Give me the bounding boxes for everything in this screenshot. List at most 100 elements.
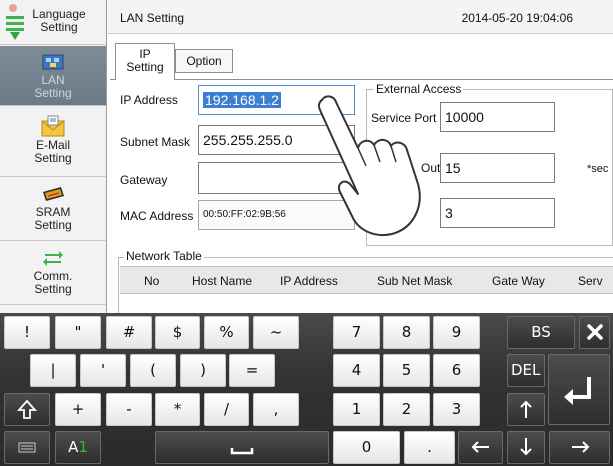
- key-apostrophe[interactable]: ': [80, 354, 126, 387]
- enter-button[interactable]: [548, 354, 610, 425]
- column-header: No: [144, 274, 160, 288]
- tab-option[interactable]: Option: [175, 49, 233, 73]
- sidebar-item-label: Setting: [34, 282, 72, 296]
- sidebar-item-comm[interactable]: Comm. Setting: [0, 242, 106, 305]
- key-4[interactable]: 4: [333, 354, 380, 387]
- arrow-left-button[interactable]: [458, 431, 503, 464]
- key-dot[interactable]: .: [404, 431, 455, 464]
- key-8[interactable]: 8: [383, 316, 430, 349]
- network-table-title: Network Table: [124, 249, 204, 263]
- column-header: Serv: [578, 274, 603, 288]
- ip-address-field[interactable]: 192.168.1.2: [198, 85, 355, 115]
- mac-address-value: 00:50:FF:02:9B:56: [203, 209, 286, 220]
- sidebar-item-sram[interactable]: SRAM Setting: [0, 178, 106, 241]
- service-port-field[interactable]: 10000: [440, 102, 555, 132]
- sidebar-item-language[interactable]: Language Setting: [0, 0, 106, 45]
- delete-button[interactable]: DEL: [507, 354, 545, 387]
- page-title: LAN Setting: [120, 11, 185, 25]
- retry-field[interactable]: 3: [440, 198, 555, 228]
- timeout-field[interactable]: 15: [440, 153, 555, 183]
- mac-address-label: MAC Address: [120, 209, 194, 223]
- ip-address-value: 192.168.1.2: [203, 92, 281, 108]
- tab-divider: [110, 79, 613, 80]
- key-hash[interactable]: #: [106, 316, 152, 349]
- close-icon: [586, 324, 603, 340]
- subnet-mask-label: Subnet Mask: [120, 135, 191, 149]
- language-icon: [6, 4, 24, 40]
- column-header: Gate Way: [492, 274, 545, 288]
- key-plus[interactable]: +: [55, 393, 101, 426]
- arrow-down-icon: [520, 438, 532, 456]
- arrow-right-icon: [571, 441, 589, 453]
- column-header: Sub Net Mask: [377, 274, 453, 288]
- column-header: IP Address: [280, 274, 338, 288]
- arrow-up-icon: [520, 400, 532, 418]
- key-left-paren[interactable]: (: [130, 354, 176, 387]
- key-exclamation[interactable]: !: [4, 316, 50, 349]
- sidebar-item-email[interactable]: E-Mail Setting: [0, 107, 106, 177]
- key-equals[interactable]: =: [229, 354, 275, 387]
- tab-label: Setting: [126, 60, 164, 74]
- timeout-value: 15: [445, 160, 461, 176]
- gateway-field[interactable]: [198, 162, 355, 194]
- tab-label: Option: [186, 54, 222, 68]
- email-icon: [41, 115, 65, 137]
- timeout-label: Out: [421, 161, 441, 175]
- arrow-right-button[interactable]: [549, 431, 610, 464]
- key-minus[interactable]: -: [106, 393, 152, 426]
- keyboard-icon: [18, 442, 36, 453]
- input-mode-button[interactable]: A1: [55, 431, 101, 464]
- space-button[interactable]: [155, 431, 329, 464]
- key-0[interactable]: 0: [333, 431, 400, 464]
- keyboard-layout-button[interactable]: [4, 431, 50, 464]
- backspace-button[interactable]: BS: [507, 316, 575, 349]
- key-2[interactable]: 2: [383, 393, 430, 426]
- shift-icon: [17, 399, 37, 419]
- service-port-label: Service Port: [371, 111, 437, 125]
- arrow-up-button[interactable]: [507, 393, 545, 426]
- lan-icon: [42, 54, 64, 70]
- sidebar-item-label: Setting: [34, 151, 72, 165]
- main-panel: IP Setting Option IP Address 192.168.1.2…: [108, 35, 613, 313]
- key-tilde[interactable]: ~: [253, 316, 299, 349]
- key-comma[interactable]: ,: [253, 393, 299, 426]
- key-1[interactable]: 1: [333, 393, 380, 426]
- subnet-mask-field[interactable]: 255.255.255.0: [198, 125, 355, 155]
- ip-address-label: IP Address: [120, 93, 178, 107]
- external-access-title: External Access: [374, 82, 464, 96]
- arrow-down-button[interactable]: [507, 431, 545, 464]
- subnet-mask-value: 255.255.255.0: [203, 132, 293, 148]
- tab-ip-setting[interactable]: IP Setting: [115, 43, 175, 80]
- sidebar-item-label: Setting: [34, 218, 72, 232]
- arrow-left-icon: [471, 441, 489, 453]
- network-table-header: No Host Name IP Address Sub Net Mask Gat…: [120, 266, 613, 294]
- key-6[interactable]: 6: [433, 354, 480, 387]
- sram-icon: [43, 187, 64, 201]
- key-asterisk[interactable]: *: [155, 393, 200, 426]
- on-screen-keyboard: ! " # $ % ~ 7 8 9 BS | ' ( ) = 4 5 6 DEL…: [0, 313, 613, 466]
- key-double-quote[interactable]: ": [55, 316, 101, 349]
- column-header: Host Name: [192, 274, 253, 288]
- datetime-display: 2014-05-20 19:04:06: [461, 11, 573, 25]
- gateway-label: Gateway: [120, 173, 168, 187]
- key-right-paren[interactable]: ): [180, 354, 226, 387]
- shift-button[interactable]: [4, 393, 50, 426]
- enter-icon: [564, 377, 591, 405]
- timeout-unit: *sec: [587, 163, 609, 175]
- mac-address-field: 00:50:FF:02:9B:56: [198, 200, 355, 230]
- key-3[interactable]: 3: [433, 393, 480, 426]
- retry-value: 3: [445, 205, 453, 221]
- key-slash[interactable]: /: [204, 393, 249, 426]
- space-icon: [230, 448, 254, 455]
- key-9[interactable]: 9: [433, 316, 480, 349]
- close-keyboard-button[interactable]: [579, 316, 610, 349]
- input-mode-label: A1: [68, 438, 88, 456]
- comm-icon: [43, 251, 63, 266]
- key-percent[interactable]: %: [204, 316, 249, 349]
- key-dollar[interactable]: $: [155, 316, 200, 349]
- sidebar-item-lan[interactable]: LAN Setting: [0, 46, 106, 106]
- sidebar: Language Setting LAN Setting E-Mail Sett…: [0, 0, 107, 313]
- key-7[interactable]: 7: [333, 316, 380, 349]
- key-5[interactable]: 5: [383, 354, 430, 387]
- key-pipe[interactable]: |: [30, 354, 76, 387]
